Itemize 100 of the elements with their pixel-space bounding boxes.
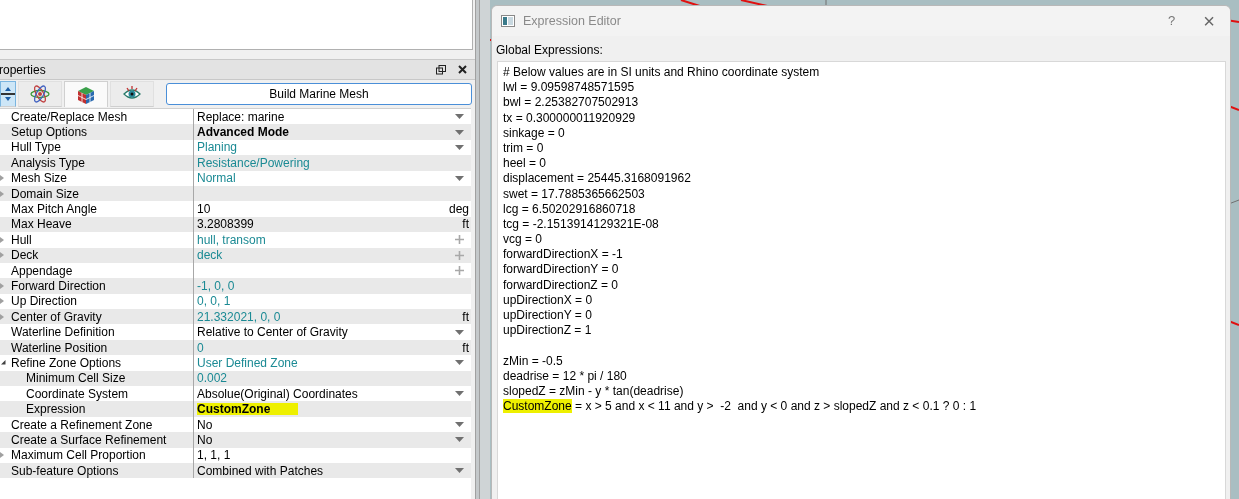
property-row[interactable]: Center of Gravity 21.332021, 0, 0 ft [0, 309, 471, 325]
property-value: Relative to Center of Gravity [197, 326, 348, 339]
property-label: Setup Options [11, 126, 88, 139]
property-value: No [197, 418, 213, 431]
expand-arrow-icon[interactable] [0, 236, 4, 243]
code-line: lwl = 9.09598748571595 [503, 80, 636, 96]
collapse-arrow-icon[interactable] [0, 360, 6, 366]
code-line: slopedZ = zMin - y * tan(deadrise) [503, 383, 685, 400]
code-line: zMin = -0.5 [503, 353, 564, 369]
add-icon[interactable] [455, 266, 464, 276]
property-label: Waterline Definition [11, 326, 115, 339]
property-label: Analysis Type [11, 156, 85, 169]
property-value: CustomZone [197, 403, 299, 416]
code-line: swet = 17.7885365662503 [503, 186, 646, 202]
property-value: Combined with Patches [197, 464, 324, 477]
code-line: deadrise = 12 * pi / 180 [503, 368, 628, 384]
property-row[interactable]: Forward Direction -1, 0, 0 [0, 278, 471, 294]
dropdown-caret-icon[interactable] [455, 175, 464, 181]
code-line: vcg = 0 [503, 232, 544, 248]
dropdown-caret-icon[interactable] [455, 437, 464, 443]
property-value: Planing [197, 141, 238, 154]
code-line: displacement = 25445.3168091962 [503, 171, 692, 187]
dropdown-caret-icon[interactable] [455, 329, 464, 335]
property-value: 3.2808399 [197, 218, 254, 231]
property-value: 0.002 [197, 372, 228, 385]
property-label: Create/Replace Mesh [11, 110, 128, 123]
dropdown-caret-icon[interactable] [455, 391, 464, 397]
property-row[interactable]: Create a Surface Refinement No [0, 432, 471, 448]
property-value: hull, transom [197, 233, 266, 246]
unit-label: ft [462, 218, 469, 231]
property-value: Absolue(Original) Coordinates [197, 387, 358, 400]
add-icon[interactable] [455, 235, 464, 245]
dropdown-caret-icon[interactable] [455, 422, 464, 427]
property-label: Sub-feature Options [11, 464, 119, 477]
property-row[interactable]: Expression CustomZone [0, 401, 471, 417]
atom-icon [30, 84, 50, 104]
expand-arrow-icon[interactable] [0, 452, 4, 459]
dropdown-caret-icon[interactable] [455, 114, 464, 120]
build-button[interactable]: Build Marine Mesh [166, 83, 472, 105]
code-line: bwl = 2.25382707502913 [503, 95, 640, 111]
arrows-icon [1, 86, 15, 102]
property-label: Hull Type [11, 141, 61, 154]
code-line: upDirectionZ = 1 [503, 323, 593, 339]
property-value: 10 [197, 203, 211, 216]
code-line: # Below values are in SI units and Rhino coordinate system [503, 65, 821, 81]
property-label: Refine Zone Options [11, 356, 122, 369]
code-line: forwardDirectionX = -1 [503, 247, 624, 263]
property-label: Forward Direction [11, 280, 106, 292]
property-label: Create a Surface Refinement [11, 433, 167, 446]
code-line: forwardDirectionZ = 0 [503, 277, 620, 293]
property-label: Waterline Position [11, 341, 108, 354]
float-icon[interactable] [436, 64, 446, 75]
code-line: upDirectionY = 0 [503, 308, 593, 324]
tool-tab[interactable] [0, 81, 16, 107]
code-line: lcg = 6.50202916860718 [503, 201, 637, 217]
property-value: 0, 0, 1 [197, 295, 231, 308]
property-value: 21.332021, 0, 0 [197, 310, 281, 323]
property-label: Up Direction [11, 295, 78, 308]
window-icon [501, 15, 515, 27]
property-label: Mesh Size [11, 172, 68, 185]
property-value: 0 [197, 341, 204, 354]
section-label: Global Expressions: [495, 42, 604, 59]
property-label: Hull [11, 233, 32, 246]
code-line: sinkage = 0 [503, 125, 566, 141]
property-label: Deck [11, 249, 39, 262]
property-label: Center of Gravity [11, 310, 102, 323]
dropdown-caret-icon[interactable] [455, 144, 464, 150]
help-button[interactable]: ? [1168, 11, 1176, 31]
property-row[interactable]: Analysis Type Resistance/Powering [0, 155, 471, 171]
dropdown-caret-icon[interactable] [455, 468, 464, 474]
unit-label: deg [448, 203, 469, 216]
property-label: Appendage [11, 264, 73, 277]
property-value: deck [197, 249, 223, 262]
property-label: Minimum Cell Size [26, 372, 126, 385]
expand-arrow-icon[interactable] [0, 175, 4, 182]
property-label: Maximum Cell Proportion [11, 449, 146, 462]
property-value: Replace: marine [197, 110, 285, 123]
dropdown-caret-icon[interactable] [455, 129, 464, 135]
code-line: heel = 0 [503, 156, 548, 172]
close-icon[interactable] [458, 65, 467, 74]
cube-icon [76, 84, 96, 105]
close-button[interactable]: × [1203, 11, 1215, 31]
panel-title: roperties [0, 61, 46, 79]
code-line: forwardDirectionY = 0 [503, 262, 620, 278]
expand-arrow-icon[interactable] [0, 298, 4, 305]
unit-label: ft [462, 341, 469, 354]
property-value: Normal [197, 172, 236, 185]
property-label: Coordinate System [26, 387, 129, 400]
code-line: tcg = -2.1513914129321E-08 [503, 216, 660, 233]
property-label: Max Heave [11, 218, 72, 231]
dropdown-caret-icon[interactable] [455, 360, 464, 366]
property-value: -1, 0, 0 [197, 280, 235, 292]
window-title: Expression Editor [523, 12, 621, 30]
code-line: tx = 0.300000011920929 [503, 110, 637, 126]
property-value: Advanced Mode [197, 126, 289, 139]
tool-tab[interactable] [64, 81, 108, 107]
code-line: CustomZone = x > 5 and x < 11 and y > -2 and y < 0 and z > slopedZ and z < 0.1 ? 0 : 1 [503, 399, 978, 415]
property-value: 1, 1, 1 [197, 449, 231, 462]
property-row[interactable]: Setup Options Advanced Mode [0, 124, 471, 140]
property-value: Resistance/Powering [197, 156, 310, 169]
